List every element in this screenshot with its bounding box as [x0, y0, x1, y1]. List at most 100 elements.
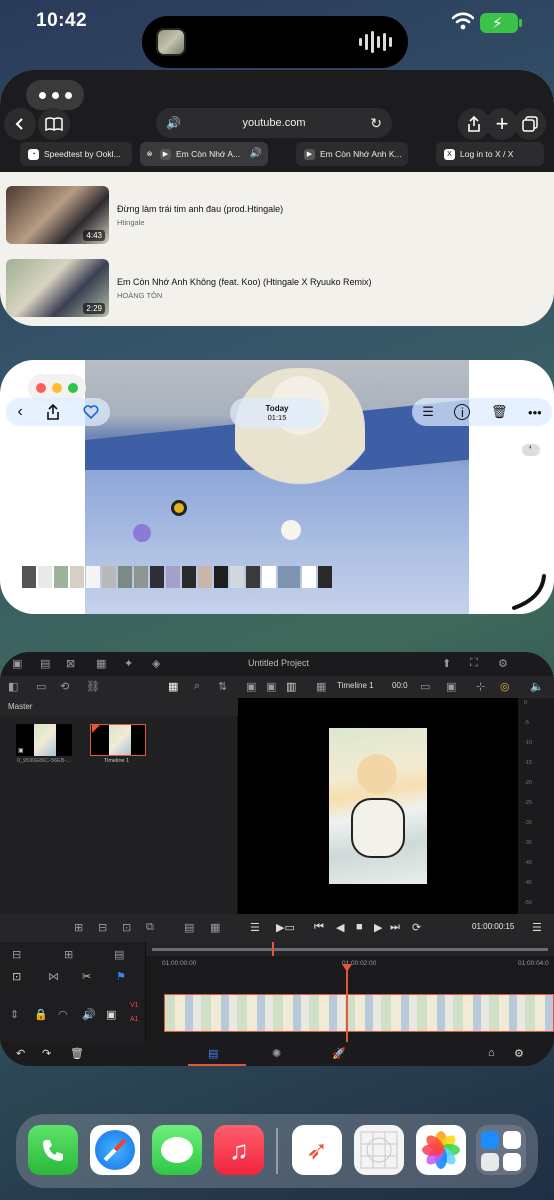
- video-title[interactable]: Em Còn Nhớ Anh Không (feat. Koo) (Htinga…: [117, 277, 372, 287]
- export-icon[interactable]: ⬆: [442, 657, 451, 670]
- thumbnail[interactable]: [182, 566, 196, 588]
- clip-view-icon[interactable]: ▣: [246, 680, 256, 693]
- audio-track-icon[interactable]: ⊟: [12, 948, 21, 961]
- minimize-dot[interactable]: [52, 383, 62, 393]
- safari-icon[interactable]: [90, 1125, 140, 1175]
- thumbnail[interactable]: [302, 566, 316, 588]
- skip-forward-icon[interactable]: ⏭: [390, 921, 400, 934]
- grid-app-icon[interactable]: [354, 1125, 404, 1175]
- speaker-icon[interactable]: 🔊: [250, 142, 262, 166]
- trash-icon[interactable]: 🗑: [491, 404, 508, 420]
- lock-icon[interactable]: 🔒: [34, 1008, 48, 1021]
- hdr-icon[interactable]: ▣: [446, 680, 456, 693]
- music-icon[interactable]: ♫: [214, 1125, 264, 1175]
- thumbnail[interactable]: [318, 566, 332, 588]
- home-icon[interactable]: ⌂: [488, 1047, 495, 1059]
- film-strip-icon[interactable]: ▥: [286, 680, 296, 693]
- photo-date-header[interactable]: Today 01:15: [230, 398, 324, 428]
- magic-wand-icon[interactable]: ✦: [124, 657, 133, 670]
- thumbnail[interactable]: [246, 566, 260, 588]
- undo-icon[interactable]: ↶: [16, 1047, 25, 1060]
- audio-icon[interactable]: 🔈: [530, 680, 544, 693]
- play-range-icon[interactable]: ▶▭: [276, 921, 295, 934]
- clip-thumbnail[interactable]: ▣: [16, 724, 72, 756]
- bin-label[interactable]: Master: [8, 702, 32, 711]
- ripple-icon[interactable]: ▦: [210, 921, 220, 934]
- video-channel[interactable]: Htingale: [117, 218, 145, 227]
- sound-library-icon[interactable]: ▦: [96, 657, 106, 670]
- sort-icon[interactable]: ⇅: [218, 680, 227, 693]
- video-viewer[interactable]: [238, 698, 518, 914]
- color-wheel-icon[interactable]: ◎: [500, 680, 510, 693]
- volume-icon[interactable]: 🔊: [82, 1008, 96, 1021]
- playhead[interactable]: [346, 964, 348, 1042]
- video-thumbnail[interactable]: 4:43: [6, 186, 109, 244]
- thumbnail[interactable]: [262, 566, 276, 588]
- fullscreen-icon[interactable]: ⛶: [470, 657, 478, 670]
- thumbnail[interactable]: [150, 566, 164, 588]
- dynamic-island[interactable]: [142, 16, 408, 68]
- mini-timeline[interactable]: [146, 942, 554, 956]
- tab-active-youtube[interactable]: ⊗ ▶ Em Còn Nhớ A... 🔊: [140, 142, 268, 166]
- menu-icon[interactable]: ☰: [532, 921, 542, 934]
- color-page-icon[interactable]: ✺: [272, 1047, 281, 1060]
- photos-icon[interactable]: [416, 1125, 466, 1175]
- mini-playhead[interactable]: [272, 942, 274, 956]
- close-dot[interactable]: [36, 383, 46, 393]
- viewer-mode-icon[interactable]: ▭: [420, 680, 430, 693]
- info-icon[interactable]: i: [454, 404, 471, 420]
- thumbnail[interactable]: [214, 566, 228, 588]
- thumbnail[interactable]: [118, 566, 132, 588]
- video-channel[interactable]: HOÀNG TÔN: [117, 291, 162, 300]
- close-icon[interactable]: ⊗: [144, 149, 155, 160]
- transform-icon[interactable]: ⊹: [476, 680, 485, 693]
- bookmarks-button[interactable]: [38, 108, 70, 140]
- adjust-icon[interactable]: ☰: [422, 404, 434, 420]
- thumbnail[interactable]: [22, 566, 36, 588]
- app-library-icon[interactable]: [476, 1125, 526, 1175]
- thumbnail[interactable]: [54, 566, 68, 588]
- skip-back-icon[interactable]: ⏮: [314, 921, 324, 934]
- redo-icon[interactable]: ↷: [42, 1047, 51, 1060]
- messages-icon[interactable]: [152, 1125, 202, 1175]
- snap-icon[interactable]: ⊡: [12, 970, 21, 983]
- share-icon[interactable]: [46, 404, 60, 420]
- media-pool[interactable]: Master ▣ 0_9590E86C-56EB-... Timeline 1: [0, 698, 238, 914]
- thumbnail[interactable]: [198, 566, 212, 588]
- thumbnail[interactable]: [278, 566, 300, 588]
- tab-youtube[interactable]: ▶ Em Còn Nhớ Anh K...: [296, 142, 408, 166]
- video-clip-track[interactable]: [164, 994, 554, 1032]
- insert-clip-icon[interactable]: ⊞: [74, 921, 83, 934]
- search-icon[interactable]: ⌕: [194, 680, 200, 693]
- thumbnail[interactable]: [86, 566, 100, 588]
- timeline-selector[interactable]: Timeline 1: [337, 681, 374, 690]
- settings-icon[interactable]: ⚙: [514, 1047, 524, 1060]
- address-bar[interactable]: 🔊 youtube.com ↻: [156, 108, 392, 138]
- thumbnail[interactable]: [166, 566, 180, 588]
- thumbnail[interactable]: [230, 566, 244, 588]
- safari-window[interactable]: 🔊 youtube.com ↻ + ◔ Speedtest by Ookl...…: [0, 70, 554, 326]
- sidebar-toggle-icon[interactable]: ◧: [8, 680, 18, 693]
- more-icon[interactable]: •••: [528, 405, 542, 420]
- phone-icon[interactable]: [28, 1125, 78, 1175]
- back-button[interactable]: ‹: [17, 403, 22, 421]
- reload-icon[interactable]: ↻: [370, 108, 382, 138]
- play-reverse-icon[interactable]: ◀: [336, 921, 344, 934]
- timeline-thumbnail[interactable]: [90, 724, 146, 756]
- video-thumbnail[interactable]: 2:29: [6, 259, 109, 317]
- bin-list-icon[interactable]: ▭: [36, 680, 46, 693]
- video-title[interactable]: Đừng làm trái tim anh đau (prod.Htingale…: [117, 204, 283, 214]
- video-editor-window[interactable]: ▣ ▤ ⊠ ▦ ✦ ◈ Untitled Project ⬆ ⛶ ⚙ ◧ ▭ ⟲…: [0, 652, 554, 1066]
- timeline[interactable]: 01:00:00:00 01:00:02:00 01:00:04:0: [146, 942, 554, 1042]
- heart-icon[interactable]: [83, 405, 99, 419]
- clip-view-icon[interactable]: ▣: [266, 680, 276, 693]
- swift-playgrounds-icon[interactable]: ➶: [292, 1125, 342, 1175]
- loop-icon[interactable]: ⟳: [412, 921, 421, 934]
- thumbnail[interactable]: [70, 566, 84, 588]
- overwrite-clip-icon[interactable]: ⊟: [98, 921, 107, 934]
- trim-icon[interactable]: ⋈: [48, 970, 59, 983]
- tab-x-login[interactable]: X Log in to X / X: [436, 142, 544, 166]
- track-resize-icon[interactable]: ▤: [114, 948, 124, 961]
- grid-view-icon[interactable]: ▦: [168, 680, 178, 693]
- thumbnail-strip[interactable]: [22, 566, 332, 588]
